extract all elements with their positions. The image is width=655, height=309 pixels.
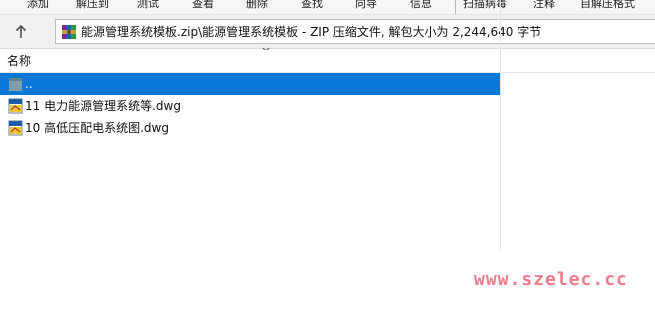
up-one-level-button[interactable] bbox=[8, 21, 34, 43]
toolbar-add-button[interactable]: 添加 bbox=[27, 0, 49, 14]
column-header-name[interactable]: 名称 bbox=[7, 53, 31, 69]
list-item-file[interactable]: 11 电力能源管理系统等.dwg bbox=[0, 95, 655, 117]
list-item-label: 11 电力能源管理系统等.dwg bbox=[25, 99, 181, 113]
path-field[interactable]: 能源管理系统模板.zip\能源管理系统模板 - ZIP 压缩文件, 解包大小为 … bbox=[55, 19, 655, 44]
toolbar-info-button[interactable]: 信息 bbox=[410, 0, 432, 14]
toolbar: 添加 解压到 测试 查看 删除 查找 向导 信息 扫描病毒 注释 自解压格式 bbox=[0, 0, 655, 15]
toolbar-wizard-button[interactable]: 向导 bbox=[355, 0, 377, 14]
address-bar: 能源管理系统模板.zip\能源管理系统模板 - ZIP 压缩文件, 解包大小为 … bbox=[0, 15, 655, 49]
list-item-label: 10 高低压配电系统图.dwg bbox=[25, 121, 169, 135]
toolbar-delete-button[interactable]: 删除 bbox=[246, 0, 268, 14]
toolbar-extract-to-button[interactable]: 解压到 bbox=[76, 0, 109, 14]
list-item-parent[interactable]: .. bbox=[0, 73, 500, 95]
toolbar-sfx-button[interactable]: 自解压格式 bbox=[580, 0, 635, 14]
toolbar-comment-button[interactable]: 注释 bbox=[533, 0, 555, 14]
archive-icon bbox=[62, 25, 76, 39]
toolbar-separator bbox=[455, 0, 456, 14]
arrow-up-icon bbox=[15, 25, 27, 38]
watermark-text: www.szelec.cc bbox=[474, 269, 628, 290]
toolbar-find-button[interactable]: 查找 bbox=[301, 0, 323, 14]
dwg-file-icon bbox=[8, 120, 23, 136]
list-item-file[interactable]: 10 高低压配电系统图.dwg bbox=[0, 117, 655, 139]
toolbar-test-button[interactable]: 测试 bbox=[137, 0, 159, 14]
path-text: 能源管理系统模板.zip\能源管理系统模板 - ZIP 压缩文件, 解包大小为 … bbox=[81, 25, 542, 39]
list-header: 名称 bbox=[0, 50, 655, 73]
dwg-file-icon bbox=[8, 98, 23, 114]
toolbar-view-button[interactable]: 查看 bbox=[192, 0, 214, 14]
folder-up-icon bbox=[9, 78, 22, 91]
list-item-label: .. bbox=[25, 77, 33, 91]
